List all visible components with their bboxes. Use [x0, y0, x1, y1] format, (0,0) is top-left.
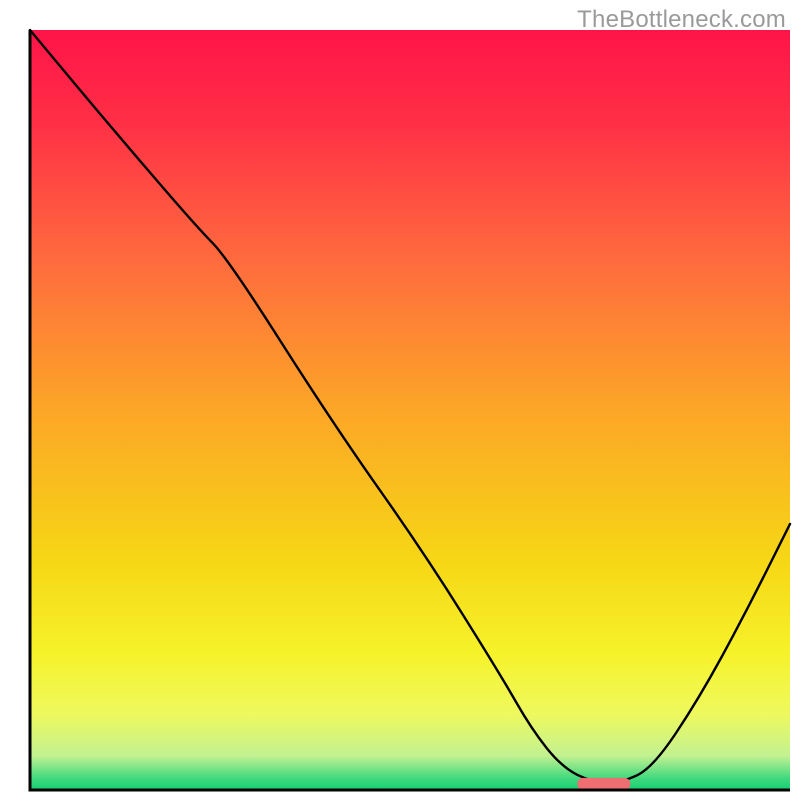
bottleneck-chart [0, 0, 800, 800]
plot-background [30, 30, 790, 790]
target-capsule [577, 778, 630, 790]
